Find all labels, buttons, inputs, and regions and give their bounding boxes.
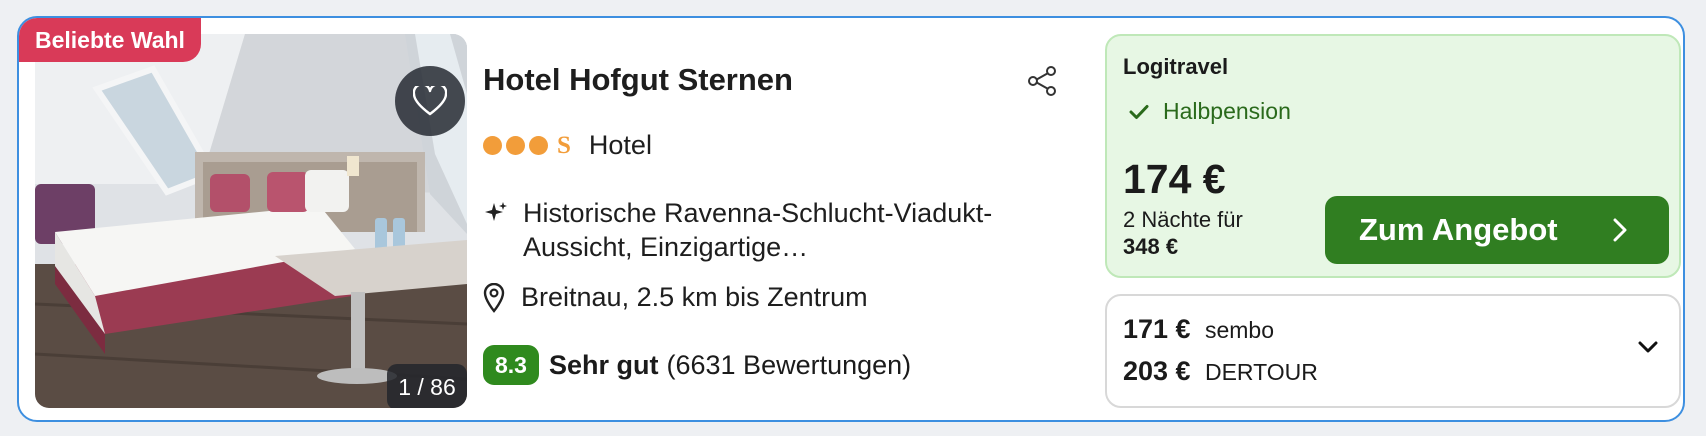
check-icon bbox=[1129, 104, 1149, 119]
favorite-button[interactable] bbox=[395, 66, 465, 136]
feature-highlight: Historische Ravenna-Schlucht-Viadukt-Aus… bbox=[483, 196, 1063, 264]
share-button[interactable] bbox=[1027, 66, 1057, 101]
hotel-card[interactable]: 1 / 86 Beliebte Wahl Hotel Hofgut Sterne… bbox=[17, 16, 1685, 422]
other-offer-price: 203 € bbox=[1123, 356, 1191, 386]
star-rating: S Hotel bbox=[483, 130, 652, 161]
star-dot bbox=[483, 136, 502, 155]
hotel-photo[interactable]: 1 / 86 bbox=[35, 34, 467, 408]
nights-info: 2 Nächte für 348 € bbox=[1123, 206, 1243, 260]
review-rating[interactable]: 8.3 Sehr gut (6631 Bewertungen) bbox=[483, 345, 911, 385]
popular-badge: Beliebte Wahl bbox=[19, 18, 201, 62]
rating-label: Sehr gut bbox=[548, 349, 659, 380]
share-icon bbox=[1028, 66, 1056, 96]
other-offers[interactable]: 171 € sembo 203 € DERTOUR bbox=[1105, 294, 1681, 408]
other-offer-row: 203 € DERTOUR bbox=[1123, 356, 1318, 387]
star-dot bbox=[506, 136, 525, 155]
other-offer-provider: sembo bbox=[1204, 317, 1275, 343]
sparkles-icon bbox=[485, 202, 507, 221]
view-offer-button[interactable]: Zum Angebot bbox=[1325, 196, 1669, 264]
chevron-down-icon[interactable] bbox=[1637, 340, 1659, 354]
other-offer-provider: DERTOUR bbox=[1204, 359, 1318, 385]
board-type: Halbpension bbox=[1129, 98, 1291, 125]
review-count: (6631 Bewertungen) bbox=[666, 349, 912, 380]
view-offer-label: Zum Angebot bbox=[1359, 212, 1558, 247]
accommodation-type: Hotel bbox=[588, 130, 652, 160]
superior-mark: S bbox=[557, 131, 571, 159]
offer-price: 174 € bbox=[1123, 156, 1226, 202]
board-label: Halbpension bbox=[1163, 98, 1291, 124]
chevron-right-icon bbox=[1613, 218, 1627, 242]
best-offer[interactable]: Logitravel Halbpension 174 € 2 Nächte fü… bbox=[1105, 34, 1681, 278]
heart-icon bbox=[413, 86, 447, 116]
other-offer-price: 171 € bbox=[1123, 314, 1191, 344]
nights-text: 2 Nächte für bbox=[1123, 207, 1243, 232]
rating-score: 8.3 bbox=[483, 345, 539, 385]
map-pin-icon bbox=[483, 282, 505, 313]
location-text: Breitnau, 2.5 km bis Zentrum bbox=[521, 282, 868, 312]
other-offer-row: 171 € sembo bbox=[1123, 314, 1274, 345]
offer-provider: Logitravel bbox=[1123, 54, 1229, 79]
location: Breitnau, 2.5 km bis Zentrum bbox=[483, 282, 868, 313]
total-price: 348 € bbox=[1123, 234, 1179, 259]
feature-text: Historische Ravenna-Schlucht-Viadukt-Aus… bbox=[523, 198, 993, 262]
hotel-name[interactable]: Hotel Hofgut Sternen bbox=[483, 62, 793, 98]
photo-counter: 1 / 86 bbox=[387, 364, 467, 408]
star-dot bbox=[529, 136, 548, 155]
